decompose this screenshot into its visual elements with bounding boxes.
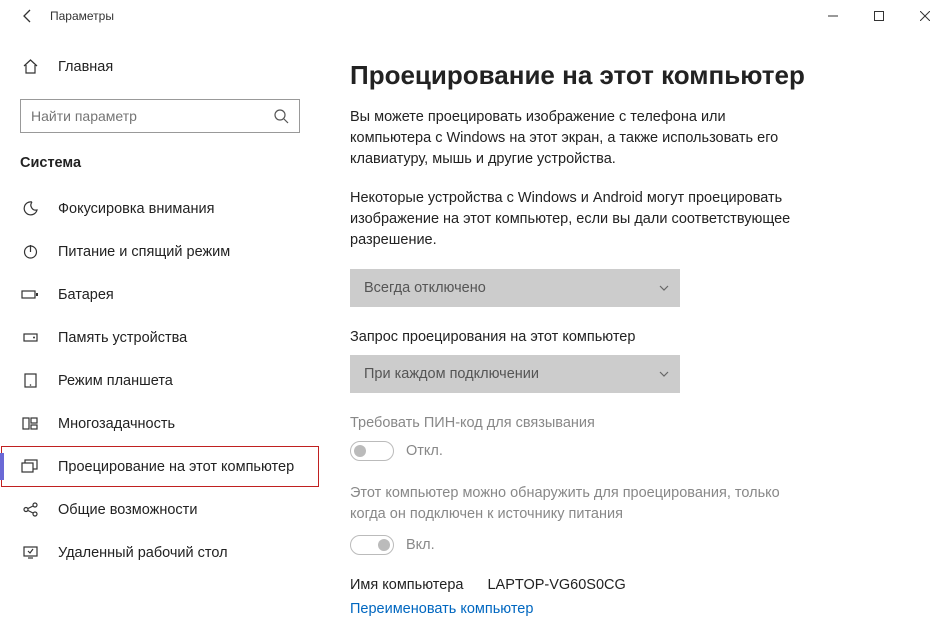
sidebar-item-tablet-mode[interactable]: Режим планшета (0, 359, 320, 402)
sidebar-item-label: Общие возможности (58, 502, 197, 518)
request-dropdown[interactable]: При каждом подключении (350, 355, 680, 393)
sidebar-item-label: Питание и спящий режим (58, 244, 230, 260)
pcname-label: Имя компьютера (350, 577, 463, 593)
sidebar-item-label: Удаленный рабочий стол (58, 545, 228, 561)
pin-label: Требовать ПИН-код для связывания (350, 415, 918, 431)
sidebar-item-storage[interactable]: Память устройства (0, 316, 320, 359)
sidebar-item-label: Батарея (58, 287, 114, 303)
back-button[interactable] (12, 0, 44, 32)
discover-label: Этот компьютер можно обнаружить для прое… (350, 483, 800, 525)
moon-icon (20, 200, 40, 217)
multitask-icon (20, 415, 40, 432)
sidebar-item-projecting[interactable]: Проецирование на этот компьютер (0, 445, 320, 488)
sidebar-item-remote-desktop[interactable]: Удаленный рабочий стол (0, 531, 320, 574)
window-title: Параметры (50, 9, 114, 23)
sidebar-item-multitasking[interactable]: Многозадачность (0, 402, 320, 445)
chevron-down-icon (658, 282, 670, 294)
section-header: Система (0, 155, 320, 187)
maximize-button[interactable] (856, 0, 902, 32)
power-icon (20, 243, 40, 260)
sidebar-item-label: Многозадачность (58, 416, 175, 432)
search-input[interactable] (31, 108, 273, 124)
dropdown-value: Всегда отключено (364, 280, 486, 296)
page-title: Проецирование на этот компьютер (350, 60, 918, 91)
home-nav[interactable]: Главная (0, 50, 320, 83)
share-icon (20, 501, 40, 518)
sidebar-item-battery[interactable]: Батарея (0, 273, 320, 316)
pcname-value: LAPTOP-VG60S0CG (487, 577, 625, 593)
sidebar-item-power-sleep[interactable]: Питание и спящий режим (0, 230, 320, 273)
tablet-icon (20, 372, 40, 389)
discover-toggle[interactable] (350, 535, 394, 555)
rename-pc-link[interactable]: Переименовать компьютер (350, 601, 918, 617)
sidebar-item-focus-assist[interactable]: Фокусировка внимания (0, 187, 320, 230)
remote-icon (20, 544, 40, 561)
request-label: Запрос проецирования на этот компьютер (350, 329, 918, 345)
pin-toggle-state: Откл. (406, 443, 443, 459)
sidebar-item-label: Память устройства (58, 330, 187, 346)
battery-icon (20, 286, 40, 303)
close-button[interactable] (902, 0, 948, 32)
sidebar-item-label: Фокусировка внимания (58, 201, 214, 217)
storage-icon (20, 329, 40, 346)
search-icon (273, 108, 289, 124)
home-label: Главная (58, 59, 113, 75)
sidebar-item-label: Режим планшета (58, 373, 173, 389)
chevron-down-icon (658, 368, 670, 380)
home-icon (20, 58, 40, 75)
intro-text: Вы можете проецировать изображение с тел… (350, 107, 800, 170)
dropdown-value: При каждом подключении (364, 366, 539, 382)
pin-toggle[interactable] (350, 441, 394, 461)
permission-text: Некоторые устройства с Windows и Android… (350, 188, 800, 251)
availability-dropdown[interactable]: Всегда отключено (350, 269, 680, 307)
minimize-button[interactable] (810, 0, 856, 32)
project-icon (20, 458, 40, 475)
search-box[interactable] (20, 99, 300, 133)
sidebar-item-label: Проецирование на этот компьютер (58, 459, 294, 475)
sidebar-item-shared-experiences[interactable]: Общие возможности (0, 488, 320, 531)
discover-toggle-state: Вкл. (406, 537, 435, 553)
